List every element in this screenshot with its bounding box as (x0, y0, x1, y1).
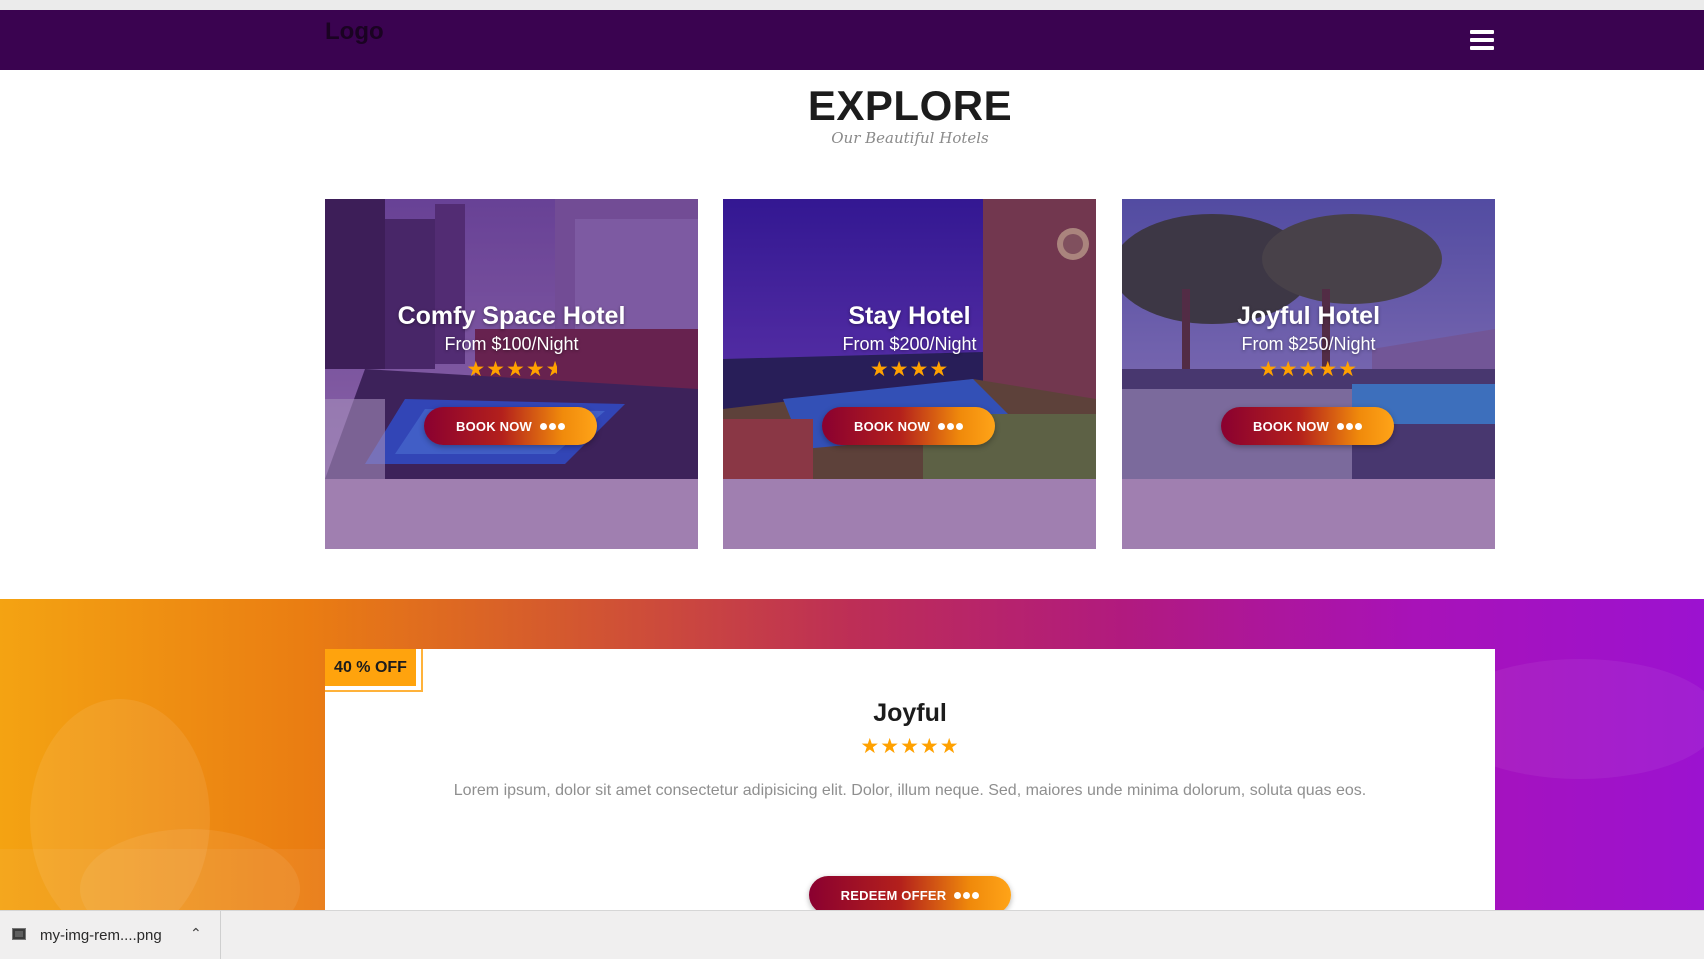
offer-title: Joyful (873, 699, 947, 727)
download-filename: my-img-rem....png (40, 927, 162, 944)
book-now-label: BOOK NOW (854, 418, 930, 434)
book-now-button[interactable]: BOOK NOW (1221, 407, 1394, 445)
book-now-label: BOOK NOW (1253, 418, 1329, 434)
logo[interactable]: Logo (325, 18, 384, 46)
hotel-card: Stay Hotel From $200/Night ★★★★ BOOK NOW (723, 199, 1096, 549)
hotel-name: Comfy Space Hotel (397, 302, 626, 330)
hotel-price: From $200/Night (842, 334, 977, 354)
discount-badge: 40 % OFF (325, 649, 416, 686)
book-now-button[interactable]: BOOK NOW (424, 407, 597, 445)
browser-top-strip (0, 0, 1704, 10)
section-subtitle: Our Beautiful Hotels (831, 129, 989, 147)
star-icon: ★ (486, 358, 506, 381)
hamburger-menu-icon[interactable] (1470, 30, 1494, 50)
offer-card: 40 % OFF Joyful ★★★★★ Lorem ipsum, dolor… (325, 649, 1495, 910)
star-icon: ★ (889, 358, 910, 381)
star-icon: ★ (1318, 358, 1339, 381)
hotel-price: From $100/Night (444, 334, 579, 354)
hotel-name: Joyful Hotel (1236, 302, 1381, 330)
more-dots-icon (954, 891, 980, 899)
star-icon: ★ (1298, 358, 1319, 381)
star-icon: ★ (506, 358, 526, 381)
star-icon: ★ (525, 358, 546, 381)
star-icon: ★ (939, 735, 960, 758)
star-icon: ★ (919, 735, 940, 758)
hotel-name: Stay Hotel (848, 302, 971, 330)
half-star-icon: ★ (545, 359, 557, 380)
more-dots-icon (937, 422, 963, 430)
star-icon: ★ (869, 358, 890, 381)
star-rating: ★★★★ (723, 359, 1096, 380)
star-icon: ★ (900, 735, 920, 758)
star-icon: ★ (909, 358, 930, 381)
star-rating: ★★★★★ (325, 736, 1495, 757)
redeem-offer-button[interactable]: REDEEM OFFER (809, 876, 1011, 910)
navbar: Logo (0, 10, 1704, 70)
star-icon: ★ (1338, 358, 1359, 381)
book-now-button[interactable]: BOOK NOW (822, 407, 995, 445)
star-icon: ★ (880, 735, 901, 758)
star-icon: ★ (860, 735, 881, 758)
more-dots-icon (539, 422, 565, 430)
more-dots-icon (1336, 422, 1362, 430)
star-icon: ★ (1278, 358, 1299, 381)
chevron-up-icon[interactable]: ⌃ (190, 925, 202, 942)
star-icon: ★ (929, 358, 950, 381)
star-rating: ★★★★★ (325, 359, 698, 380)
hotel-price: From $250/Night (1241, 334, 1376, 354)
star-icon: ★ (1258, 358, 1279, 381)
hotel-card: Joyful Hotel From $250/Night ★★★★★ BOOK … (1122, 199, 1495, 549)
offer-description: Lorem ipsum, dolor sit amet consectetur … (453, 782, 1367, 799)
hotel-card: Comfy Space Hotel From $100/Night ★★★★★ … (325, 199, 698, 549)
book-now-label: BOOK NOW (456, 418, 532, 434)
star-rating: ★★★★★ (1122, 359, 1495, 380)
section-title: EXPLORE (807, 82, 1013, 129)
file-icon (12, 928, 26, 940)
download-item[interactable]: my-img-rem....png ⌃ (0, 911, 221, 959)
redeem-offer-label: REDEEM OFFER (840, 887, 947, 903)
download-bar: my-img-rem....png ⌃ (0, 910, 1704, 959)
star-icon: ★ (466, 358, 487, 381)
promo-section: 40 % OFF Joyful ★★★★★ Lorem ipsum, dolor… (0, 599, 1704, 910)
